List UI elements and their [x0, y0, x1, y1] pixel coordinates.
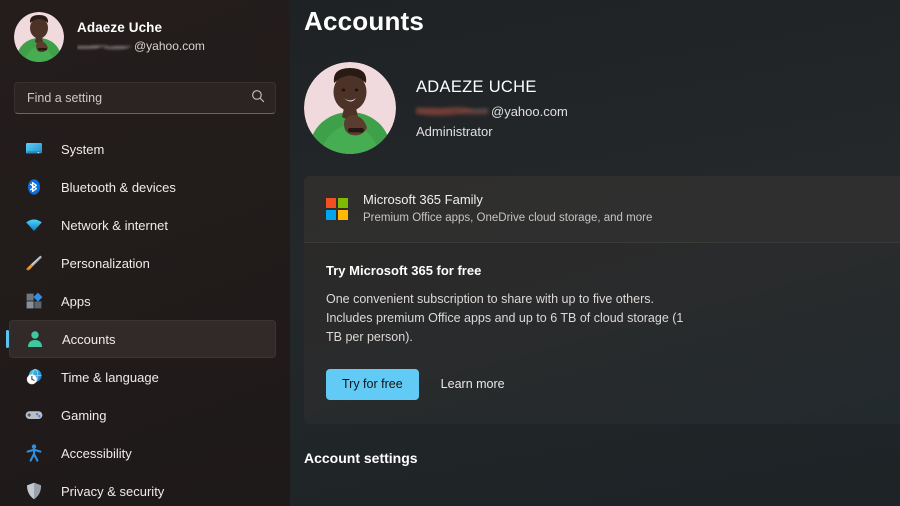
microsoft-logo-icon — [326, 198, 348, 220]
microsoft-365-subtitle: Premium Office apps, OneDrive cloud stor… — [363, 210, 652, 227]
monitor-icon — [23, 138, 45, 160]
account-email-suffix: @yahoo.com — [491, 104, 568, 119]
sidebar-item-personalization[interactable]: Personalization — [9, 244, 276, 282]
sidebar-item-bluetooth-devices[interactable]: Bluetooth & devices — [9, 168, 276, 206]
redacted-email-prefix — [416, 105, 488, 118]
sidebar-profile[interactable]: Adaeze Uche @yahoo.com — [0, 0, 290, 64]
sidebar-item-network-internet[interactable]: Network & internet — [9, 206, 276, 244]
gamepad-icon — [23, 404, 45, 426]
sidebar-item-label: Accessibility — [61, 446, 132, 461]
page-title: Accounts — [304, 0, 900, 37]
try-for-free-button[interactable]: Try for free — [326, 369, 419, 400]
microsoft-365-card-body: Try Microsoft 365 for free One convenien… — [304, 243, 900, 424]
sidebar-item-label: Apps — [61, 294, 91, 309]
sidebar-item-label: Network & internet — [61, 218, 168, 233]
account-hero: ADAEZE UCHE @yahoo.com Administrator — [304, 62, 900, 154]
avatar — [14, 12, 64, 62]
wifi-icon — [23, 214, 45, 236]
promo-description: One convenient subscription to share wit… — [326, 290, 686, 348]
bluetooth-icon — [23, 176, 45, 198]
sidebar-item-label: Accounts — [62, 332, 115, 347]
paintbrush-icon — [23, 252, 45, 274]
search-icon[interactable] — [251, 89, 265, 108]
account-role: Administrator — [416, 124, 568, 139]
redacted-email-prefix — [77, 42, 131, 51]
apps-grid-icon — [23, 290, 45, 312]
search-box[interactable] — [14, 82, 276, 114]
promo-title: Try Microsoft 365 for free — [326, 263, 878, 278]
microsoft-365-card-header: Microsoft 365 Family Premium Office apps… — [304, 176, 900, 243]
search-input[interactable] — [27, 91, 251, 105]
sidebar-profile-email: @yahoo.com — [77, 39, 205, 54]
sidebar-item-label: System — [61, 142, 104, 157]
account-name: ADAEZE UCHE — [416, 78, 568, 97]
sidebar-item-label: Time & language — [61, 370, 159, 385]
sidebar-profile-email-suffix: @yahoo.com — [134, 39, 205, 54]
sidebar-profile-name: Adaeze Uche — [77, 20, 205, 37]
account-email: @yahoo.com — [416, 103, 568, 119]
account-settings-heading: Account settings — [304, 450, 900, 466]
sidebar-nav: System Bluetooth & devices — [0, 130, 290, 506]
person-icon — [24, 328, 46, 350]
sidebar-item-accessibility[interactable]: Accessibility — [9, 434, 276, 472]
promo-actions: Try for free Learn more — [326, 369, 878, 400]
sidebar-item-label: Privacy & security — [61, 484, 164, 499]
avatar[interactable] — [304, 62, 396, 154]
sidebar-item-time-language[interactable]: Time & language — [9, 358, 276, 396]
learn-more-link[interactable]: Learn more — [441, 377, 505, 391]
sidebar-item-privacy-security[interactable]: Privacy & security — [9, 472, 276, 506]
sidebar-item-accounts[interactable]: Accounts — [9, 320, 276, 358]
sidebar-item-label: Bluetooth & devices — [61, 180, 176, 195]
accessibility-icon — [23, 442, 45, 464]
sidebar-item-label: Personalization — [61, 256, 150, 271]
microsoft-365-card: Microsoft 365 Family Premium Office apps… — [304, 176, 900, 424]
microsoft-365-title: Microsoft 365 Family — [363, 191, 652, 210]
clock-globe-icon — [23, 366, 45, 388]
sidebar-item-gaming[interactable]: Gaming — [9, 396, 276, 434]
settings-sidebar: Adaeze Uche @yahoo.com — [0, 0, 290, 506]
shield-icon — [23, 480, 45, 502]
sidebar-item-system[interactable]: System — [9, 130, 276, 168]
settings-main-content: Accounts ADAE — [290, 0, 900, 506]
sidebar-item-label: Gaming — [61, 408, 107, 423]
sidebar-item-apps[interactable]: Apps — [9, 282, 276, 320]
